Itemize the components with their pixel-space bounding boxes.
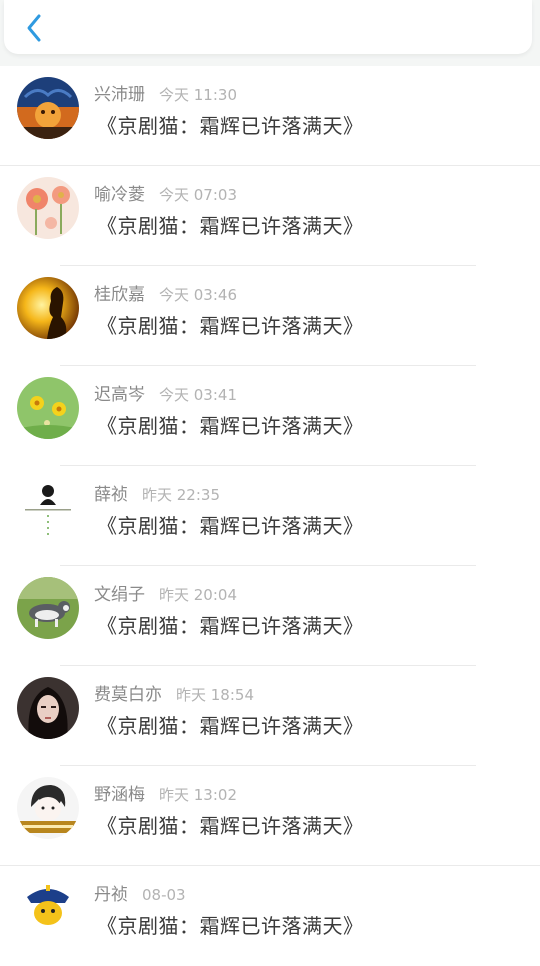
sender-name: 迟高岑 今天 03:41 (94, 380, 237, 405)
message-text: 《京剧猫：霜辉已许落满天》 (97, 214, 364, 238)
sender-name: 桂欣嘉 今天 03:46 (94, 280, 237, 305)
message-item[interactable]: 费莫白亦 昨天 18:54 《京剧猫：霜辉已许落满天》 (0, 666, 540, 766)
message-time: 昨天 20:04 (159, 586, 237, 604)
message-time: 今天 03:41 (159, 386, 237, 404)
message-text: 《京剧猫：霜辉已许落满天》 (97, 614, 364, 638)
sender-name-text: 桂欣嘉 (94, 285, 145, 305)
sender-name-text: 费莫白亦 (94, 685, 162, 705)
message-text: 《京剧猫：霜辉已许落满天》 (97, 414, 364, 438)
message-text: 《京剧猫：霜辉已许落满天》 (97, 114, 364, 138)
message-item[interactable]: 迟高岑 今天 03:41 《京剧猫：霜辉已许落满天》 (0, 366, 540, 466)
back-button[interactable] (16, 10, 52, 46)
sender-name-text: 文绢子 (94, 585, 145, 605)
sender-name-text: 兴沛珊 (94, 85, 145, 105)
sender-name-text: 迟高岑 (94, 385, 145, 405)
sender-name: 野涵梅 昨天 13:02 (94, 780, 237, 805)
message-item[interactable]: 丹祯 08-03 《京剧猫：霜辉已许落满天》 (0, 866, 540, 966)
sender-name-text: 喻冷菱 (94, 185, 145, 205)
avatar[interactable] (17, 877, 79, 939)
sender-name: 丹祯 08-03 (94, 880, 186, 905)
sender-name-text: 野涵梅 (94, 785, 145, 805)
sender-name-text: 丹祯 (94, 885, 128, 905)
sender-name: 兴沛珊 今天 11:30 (94, 80, 237, 105)
message-time: 今天 03:46 (159, 286, 237, 304)
message-item[interactable]: 野涵梅 昨天 13:02 《京剧猫：霜辉已许落满天》 (0, 766, 540, 866)
message-item[interactable]: 桂欣嘉 今天 03:46 《京剧猫：霜辉已许落满天》 (0, 266, 540, 366)
avatar[interactable] (17, 477, 79, 539)
sender-name-text: 薛祯 (94, 485, 128, 505)
message-time: 08-03 (142, 886, 186, 904)
avatar[interactable] (17, 777, 79, 839)
message-time: 今天 11:30 (159, 86, 237, 104)
sender-name: 费莫白亦 昨天 18:54 (94, 680, 254, 705)
message-time: 昨天 13:02 (159, 786, 237, 804)
message-item[interactable]: 薛祯 昨天 22:35 《京剧猫：霜辉已许落满天》 (0, 466, 540, 566)
chevron-left-icon (27, 14, 41, 42)
message-text: 《京剧猫：霜辉已许落满天》 (97, 314, 364, 338)
sender-name: 薛祯 昨天 22:35 (94, 480, 220, 505)
message-text: 《京剧猫：霜辉已许落满天》 (97, 914, 364, 938)
message-list: 兴沛珊 今天 11:30 《京剧猫：霜辉已许落满天》 喻冷菱 今天 07:03 《京… (0, 66, 540, 966)
avatar[interactable] (17, 177, 79, 239)
message-item[interactable]: 文绢子 昨天 20:04 《京剧猫：霜辉已许落满天》 (0, 566, 540, 666)
header (0, 0, 540, 66)
message-text: 《京剧猫：霜辉已许落满天》 (97, 714, 364, 738)
avatar[interactable] (17, 77, 79, 139)
message-item[interactable]: 喻冷菱 今天 07:03 《京剧猫：霜辉已许落满天》 (0, 166, 540, 266)
avatar[interactable] (17, 377, 79, 439)
message-item[interactable]: 兴沛珊 今天 11:30 《京剧猫：霜辉已许落满天》 (0, 66, 540, 166)
header-bar (4, 0, 532, 54)
avatar[interactable] (17, 577, 79, 639)
avatar[interactable] (17, 677, 79, 739)
avatar[interactable] (17, 277, 79, 339)
message-text: 《京剧猫：霜辉已许落满天》 (97, 814, 364, 838)
message-time: 今天 07:03 (159, 186, 237, 204)
message-time: 昨天 22:35 (142, 486, 220, 504)
message-time: 昨天 18:54 (176, 686, 254, 704)
message-text: 《京剧猫：霜辉已许落满天》 (97, 514, 364, 538)
sender-name: 文绢子 昨天 20:04 (94, 580, 237, 605)
sender-name: 喻冷菱 今天 07:03 (94, 180, 237, 205)
